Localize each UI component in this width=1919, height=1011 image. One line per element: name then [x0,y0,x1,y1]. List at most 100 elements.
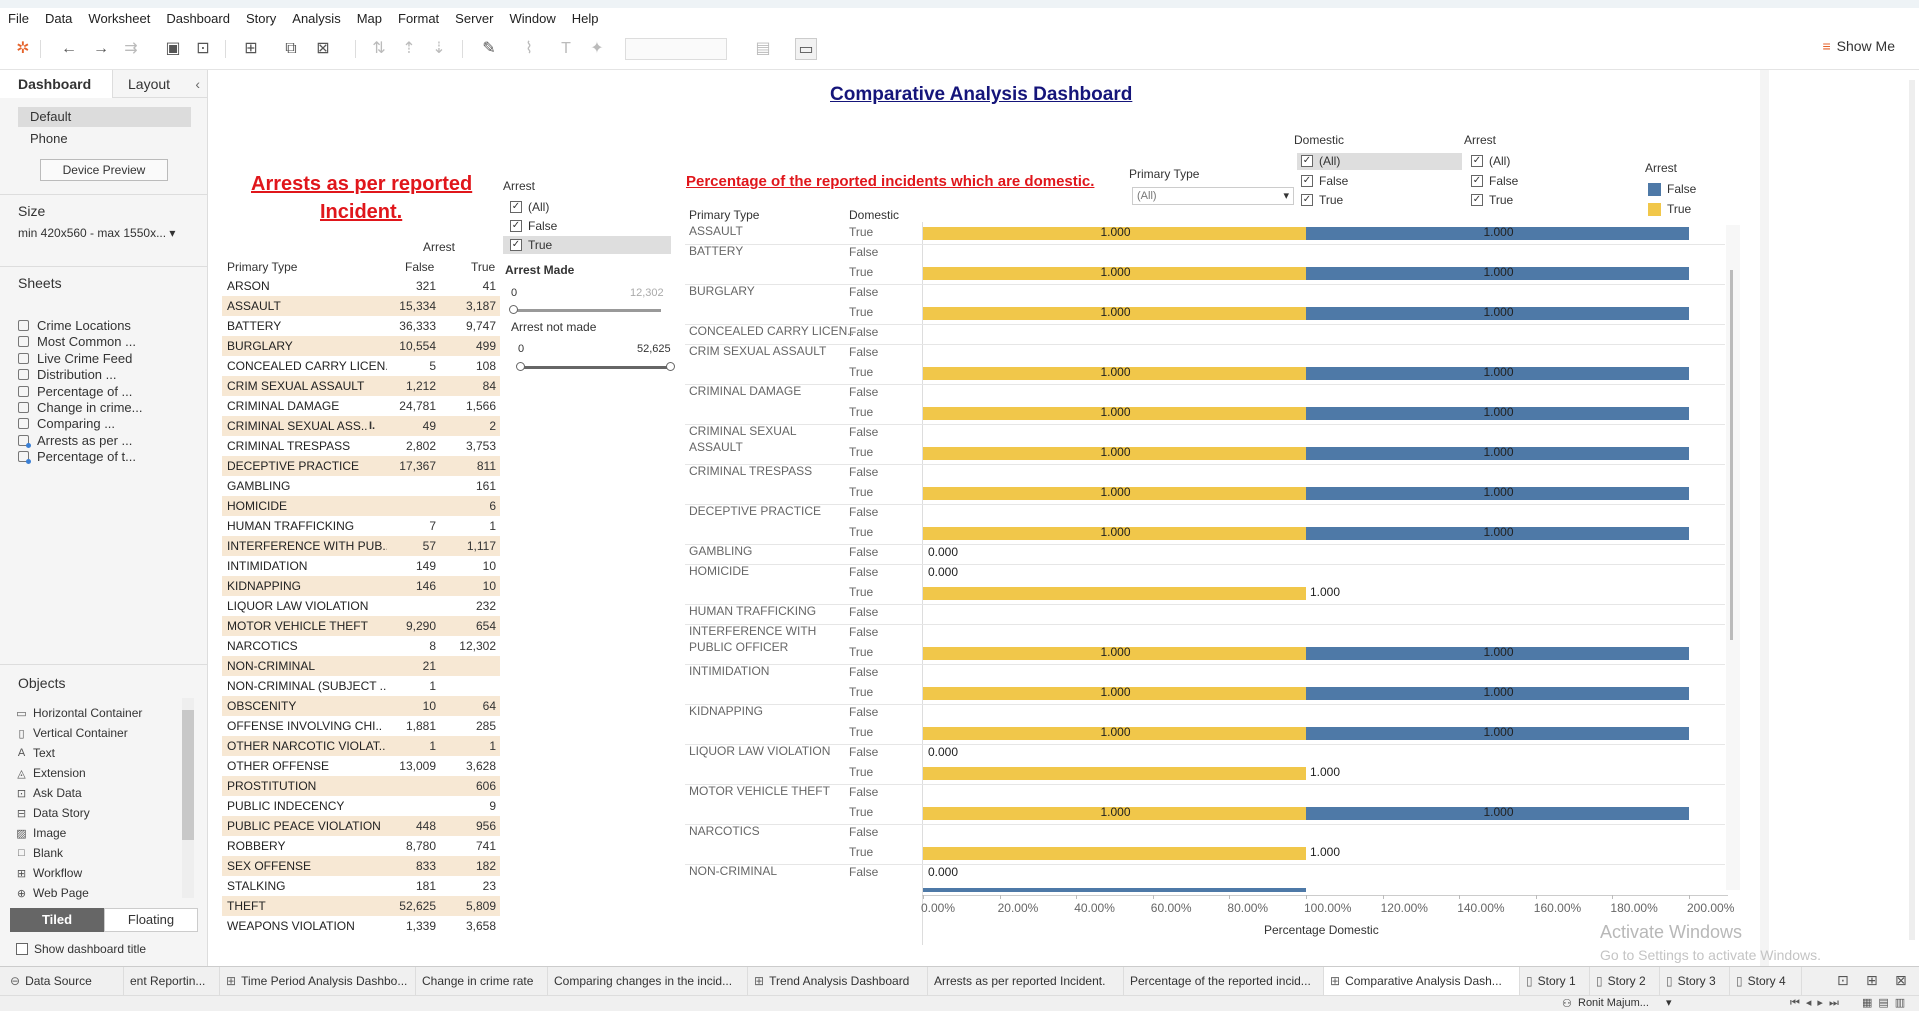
bar-false[interactable] [923,888,1306,892]
object-workflow[interactable]: ⊞ Workflow [16,866,82,880]
menu-data[interactable]: Data [37,11,80,26]
tab-percentage-of-the-reported-incid[interactable]: Percentage of the reported incid... [1124,967,1324,996]
arrest_filter2-false[interactable]: ✓ False [1471,174,1518,188]
device-default[interactable]: Default [18,107,191,127]
domestic_filter-false[interactable]: ✓ False [1301,174,1348,188]
duplicate-sheet-icon[interactable]: ⧉ [280,38,302,60]
sheet-item[interactable]: Arrests as per ... [18,433,132,448]
arrest-made-slider-handle[interactable] [509,305,518,314]
tab-story-3[interactable]: ▯ Story 3 [1660,967,1730,996]
arrest-not-made-handle-right[interactable] [666,362,675,371]
fit-dropdown[interactable] [625,38,727,60]
menu-dashboard[interactable]: Dashboard [158,11,238,26]
sheet-item[interactable]: Change in crime... [18,400,143,415]
dropdown-arrow-icon[interactable]: ▾ [1666,996,1672,1009]
tab-layout[interactable]: Layout ‹ [112,70,208,98]
object-vertical-container[interactable]: ▯ Vertical Container [16,726,127,740]
arrest_filter-all[interactable]: ✓ (All) [510,200,549,214]
domestic_filter-true[interactable]: ✓ True [1301,193,1343,207]
pin-icon[interactable]: ✦ [586,38,608,60]
sheet-item[interactable]: Most Common ... [18,334,136,349]
device-phone[interactable]: Phone [30,129,68,149]
tab-comparative-analysis-dash[interactable]: ⊞ Comparative Analysis Dash... [1324,967,1520,996]
arrest-not-made-handle-left[interactable] [516,362,525,371]
arrest-made-slider[interactable] [513,309,661,312]
object-web-page[interactable]: ⊕ Web Page [16,886,89,900]
show-dashboard-title-checkbox[interactable]: Show dashboard title [16,942,146,956]
new-dashboard-icon[interactable]: ⊞ [1866,972,1878,989]
menu-help[interactable]: Help [564,11,607,26]
tab-story-4[interactable]: ▯ Story 4 [1730,967,1802,996]
redo-icon[interactable]: → [90,38,112,60]
show-cards-icon[interactable]: ▤ [752,38,774,60]
replay-icon[interactable]: ⇉ [120,38,142,60]
sheet-item[interactable]: Distribution ... [18,367,116,382]
arrest_filter-false[interactable]: ✓ False [510,219,557,233]
menu-worksheet[interactable]: Worksheet [80,11,158,26]
object-horizontal-container[interactable]: ▭ Horizontal Container [16,706,142,720]
menu-map[interactable]: Map [349,11,390,26]
add-data-source-icon[interactable]: ⊡ [192,38,214,60]
new-story-icon[interactable]: ⊠ [1895,972,1907,989]
tab-trend-analysis-dashboard[interactable]: ⊞ Trend Analysis Dashboard [748,967,928,996]
sheet-item[interactable]: Percentage of t... [18,449,136,465]
tab-story-2[interactable]: ▯ Story 2 [1590,967,1660,996]
object-blank[interactable]: □ Blank [16,846,63,860]
menu-format[interactable]: Format [390,11,447,26]
menu-server[interactable]: Server [447,11,501,26]
group-icon[interactable]: ⌇ [518,38,540,60]
tab-data-source[interactable]: ⊖ Data Source [4,967,124,996]
chart-scrollbar[interactable] [1726,225,1740,890]
tab-time-period-analysis-dashbo[interactable]: ⊞ Time Period Analysis Dashbo... [220,967,416,996]
new-worksheet-icon[interactable]: ⊡ [1837,972,1849,989]
canvas-scrollbar[interactable] [1909,80,1915,940]
floating-button[interactable]: Floating [104,908,198,932]
undo-icon[interactable]: ← [58,38,80,60]
sheet-navigation-icons[interactable]: ⏮◂▸⏭ [1790,996,1845,1010]
sheet-item[interactable]: Percentage of ... [18,384,132,399]
highlight-icon[interactable]: ✎ [478,38,500,60]
tableau-logo-icon[interactable]: ✲ [12,38,34,60]
legend-item-true[interactable]: True [1648,202,1691,216]
domestic_filter-all[interactable]: ✓ (All) [1301,154,1340,168]
size-dropdown[interactable]: min 420x560 - max 1550x... ▾ [18,226,175,240]
object-data-story[interactable]: ⊟ Data Story [16,806,90,820]
show-me-button[interactable]: ≡ Show Me [1822,38,1895,54]
collapse-icon[interactable]: ‹ [195,70,200,98]
menu-window[interactable]: Window [501,11,563,26]
clear-sheet-icon[interactable]: ⊠ [312,38,334,60]
arrest_filter-true[interactable]: ✓ True [510,238,552,252]
sort-descending-icon[interactable]: ⇣ [428,38,450,60]
object-extension[interactable]: ◬ Extension [16,766,85,780]
bar-true[interactable] [923,767,1306,780]
sheet-item[interactable]: Comparing ... [18,416,115,431]
sheet-item[interactable]: Live Crime Feed [18,351,132,366]
tab-arrests-as-per-reported-incident[interactable]: Arrests as per reported Incident. [928,967,1124,996]
object-image[interactable]: ▨ Image [16,826,66,840]
objects-scrollbar[interactable] [182,698,194,898]
swap-icon[interactable]: ⇅ [368,38,390,60]
save-icon[interactable]: ▣ [162,38,184,60]
tab-dashboard[interactable]: Dashboard [0,70,112,98]
tab-ent-reportin[interactable]: ent Reportin... [124,967,220,996]
arrest_filter2-true[interactable]: ✓ True [1471,193,1513,207]
tiled-button[interactable]: Tiled [10,908,104,932]
menu-file[interactable]: File [0,11,37,26]
bar-true[interactable] [923,587,1306,600]
arrest-not-made-slider[interactable] [520,366,672,369]
presentation-mode-icon[interactable]: ▭ [795,38,817,60]
bar-true[interactable] [923,847,1306,860]
sort-ascending-icon[interactable]: ⇡ [398,38,420,60]
sheet-item[interactable]: Crime Locations [18,318,131,333]
menu-story[interactable]: Story [238,11,284,26]
tab-change-in-crime-rate[interactable]: Change in crime rate [416,967,548,996]
primary-type-dropdown[interactable]: (All) ▾ [1132,187,1294,205]
view-toggle-icons[interactable]: ▦▤▥ [1862,996,1911,1009]
user-name[interactable]: Ronit Majum... [1578,997,1649,1009]
tab-comparing-changes-in-the-incid[interactable]: Comparing changes in the incid... [548,967,748,996]
tab-story-1[interactable]: ▯ Story 1 [1520,967,1590,996]
object-ask-data[interactable]: ⊡ Ask Data [16,786,82,800]
device-preview-button[interactable]: Device Preview [40,159,168,181]
menu-analysis[interactable]: Analysis [284,11,348,26]
arrest_filter2-all[interactable]: ✓ (All) [1471,154,1510,168]
